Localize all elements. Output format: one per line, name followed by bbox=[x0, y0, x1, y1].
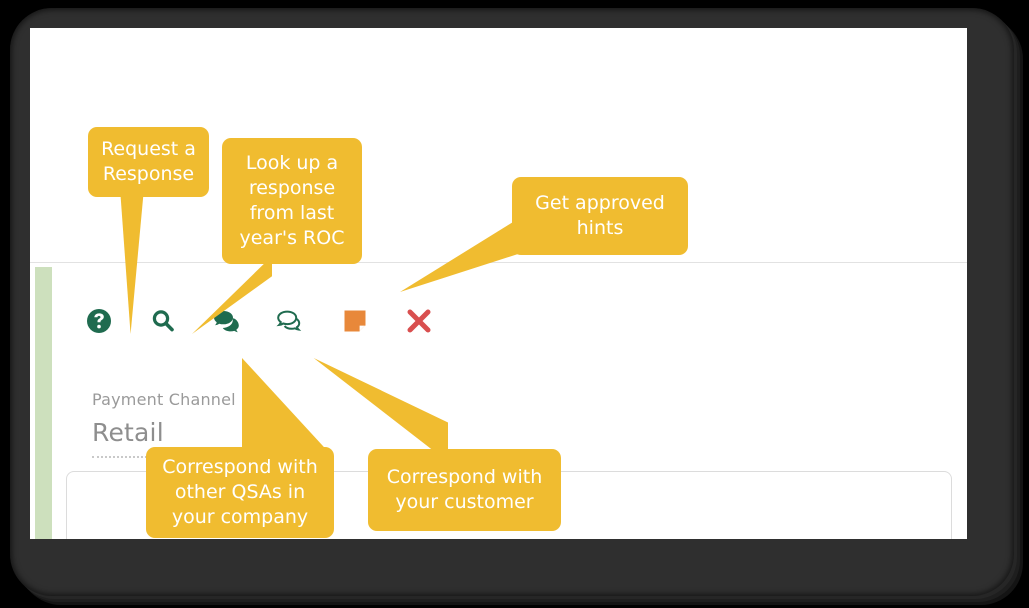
callout-pointer-correspond-with-qsas bbox=[242, 358, 334, 458]
callout-get-approved-hints-text: Get approved hints bbox=[535, 192, 665, 239]
callout-correspond-with-qsas-text: Correspond with other QSAs in your compa… bbox=[162, 456, 318, 528]
lookup-response-button[interactable] bbox=[146, 304, 180, 338]
left-accent-strip bbox=[35, 267, 52, 539]
callout-correspond-with-customer-text: Correspond with your customer bbox=[386, 466, 543, 513]
callout-correspond-with-qsas: Correspond with other QSAs in your compa… bbox=[146, 447, 334, 538]
application-page: Payment Channel Retail Request a Respons… bbox=[30, 28, 967, 539]
callout-look-up-a-response: Look up a response from last year's ROC bbox=[222, 138, 362, 264]
callout-pointer-get-approved-hints bbox=[400, 214, 526, 292]
note-button[interactable] bbox=[338, 304, 372, 338]
request-response-button[interactable] bbox=[82, 304, 116, 338]
callout-look-up-a-response-text: Look up a response from last year's ROC bbox=[239, 152, 345, 249]
callout-request-a-response: Request a Response bbox=[88, 127, 209, 197]
delete-button[interactable] bbox=[402, 304, 436, 338]
field-label: Payment Channel bbox=[92, 390, 236, 409]
sticky-note-icon bbox=[343, 309, 367, 333]
chat-bubbles-outline-icon bbox=[276, 308, 306, 334]
customer-chat-button[interactable] bbox=[274, 304, 308, 338]
question-circle-icon bbox=[86, 308, 112, 334]
field-value[interactable]: Retail bbox=[92, 418, 164, 447]
callout-get-approved-hints: Get approved hints bbox=[512, 177, 688, 255]
close-x-icon bbox=[406, 308, 432, 334]
search-icon bbox=[150, 308, 176, 334]
icon-toolbar bbox=[82, 304, 436, 338]
callout-correspond-with-customer: Correspond with your customer bbox=[368, 449, 561, 531]
internal-chat-button[interactable] bbox=[210, 304, 244, 338]
callout-request-a-response-text: Request a Response bbox=[101, 138, 196, 185]
screenshot-root: Payment Channel Retail Request a Respons… bbox=[0, 0, 1029, 608]
section-divider bbox=[30, 262, 967, 263]
